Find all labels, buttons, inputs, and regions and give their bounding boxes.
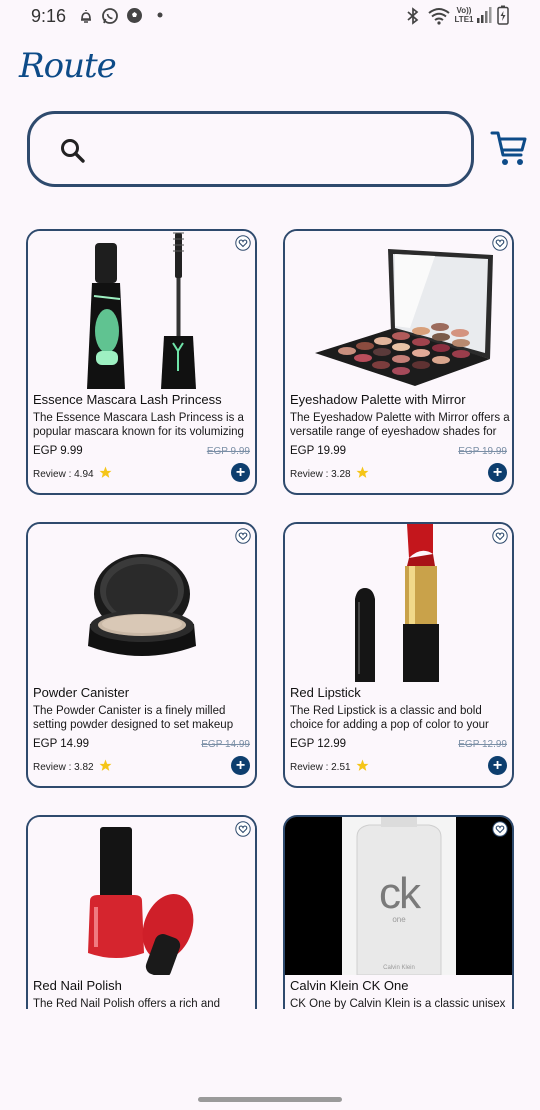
product-image[interactable] [28,524,255,682]
product-old-price: EGP 19.99 [458,446,507,457]
product-image[interactable]: ck one Calvin Klein [285,817,512,975]
favorite-icon[interactable] [492,528,508,544]
lte-label: LTE1 [454,15,474,24]
product-title: Calvin Klein CK One [290,978,409,993]
product-card[interactable]: ck one Calvin Klein Calvin Klein CK One … [283,815,514,1009]
product-card[interactable]: Powder Canister The Powder Canister is a… [26,522,257,788]
status-bar: 9:16 Vo)) LTE1 [0,0,540,34]
add-to-cart-button[interactable]: + [488,756,507,775]
cart-icon[interactable] [490,128,528,168]
product-old-price: EGP 14.99 [201,739,250,750]
favorite-icon[interactable] [492,235,508,251]
review-text: Review : 2.51 [290,762,351,773]
product-price: EGP 12.99 [290,738,347,750]
search-bar[interactable] [27,111,474,187]
favorite-icon[interactable] [235,821,251,837]
product-price: EGP 19.99 [290,445,347,457]
product-card[interactable]: Red Nail Polish The Red Nail Polish offe… [26,815,257,1009]
search-icon[interactable] [60,138,86,164]
search-input[interactable] [100,132,450,168]
product-image[interactable] [28,231,255,389]
product-card[interactable]: Eyeshadow Palette with Mirror The Eyesha… [283,229,514,495]
product-old-price: EGP 12.99 [458,739,507,750]
football-icon [127,8,142,23]
bluetooth-icon [407,7,419,25]
product-review: Review : 3.28 [290,466,369,480]
volte-label: Vo)) [456,6,472,15]
add-to-cart-button[interactable]: + [231,463,250,482]
product-description: The Red Lipstick is a classic and bold c… [290,705,489,731]
signal-icon [477,7,492,23]
add-to-cart-button[interactable]: + [488,463,507,482]
ck-logo-text: ck [379,869,421,918]
favorite-icon[interactable] [492,821,508,837]
app-logo: Route [19,46,117,86]
whatsapp-icon [102,8,118,24]
product-review: Review : 3.82 [33,759,112,773]
wifi-icon [428,8,450,25]
star-icon [356,466,369,478]
product-image[interactable] [28,817,255,975]
product-image[interactable] [285,524,512,682]
product-title: Eyeshadow Palette with Mirror [290,392,466,407]
product-description: The Red Nail Polish offers a rich and [33,998,221,1009]
ck-sub-text: one [392,915,406,924]
product-description: The Eyeshadow Palette with Mirror offers… [290,412,510,438]
product-description: The Powder Canister is a finely milled s… [33,705,234,731]
review-text: Review : 3.82 [33,762,94,773]
product-title: Red Nail Polish [33,978,122,993]
product-price: EGP 14.99 [33,738,90,750]
product-review: Review : 4.94 [33,466,112,480]
product-old-price: EGP 9.99 [206,446,250,457]
star-icon [99,466,112,478]
star-icon [99,759,112,771]
product-title: Powder Canister [33,685,130,700]
product-price: EGP 9.99 [33,445,83,457]
product-card[interactable]: Essence Mascara Lash Princess The Essenc… [26,229,257,495]
home-indicator[interactable] [198,1097,342,1102]
star-icon [356,759,369,771]
network-type: Vo)) LTE1 [452,6,476,24]
review-text: Review : 4.94 [33,469,94,480]
dot-icon [157,12,163,18]
review-text: Review : 3.28 [290,469,351,480]
product-card[interactable]: Red Lipstick The Red Lipstick is a class… [283,522,514,788]
product-description: CK One by Calvin Klein is a classic unis… [290,998,506,1009]
product-title: Red Lipstick [290,685,361,700]
product-description: The Essence Mascara Lash Princess is a p… [33,412,244,438]
notification-bell-icon [81,10,91,23]
status-time: 9:16 [31,6,67,26]
product-image[interactable] [285,231,512,389]
battery-icon [497,5,509,25]
favorite-icon[interactable] [235,235,251,251]
add-to-cart-button[interactable]: + [231,756,250,775]
product-title: Essence Mascara Lash Princess [33,392,222,407]
favorite-icon[interactable] [235,528,251,544]
product-review: Review : 2.51 [290,759,369,773]
ck-brand-text: Calvin Klein [383,965,415,971]
